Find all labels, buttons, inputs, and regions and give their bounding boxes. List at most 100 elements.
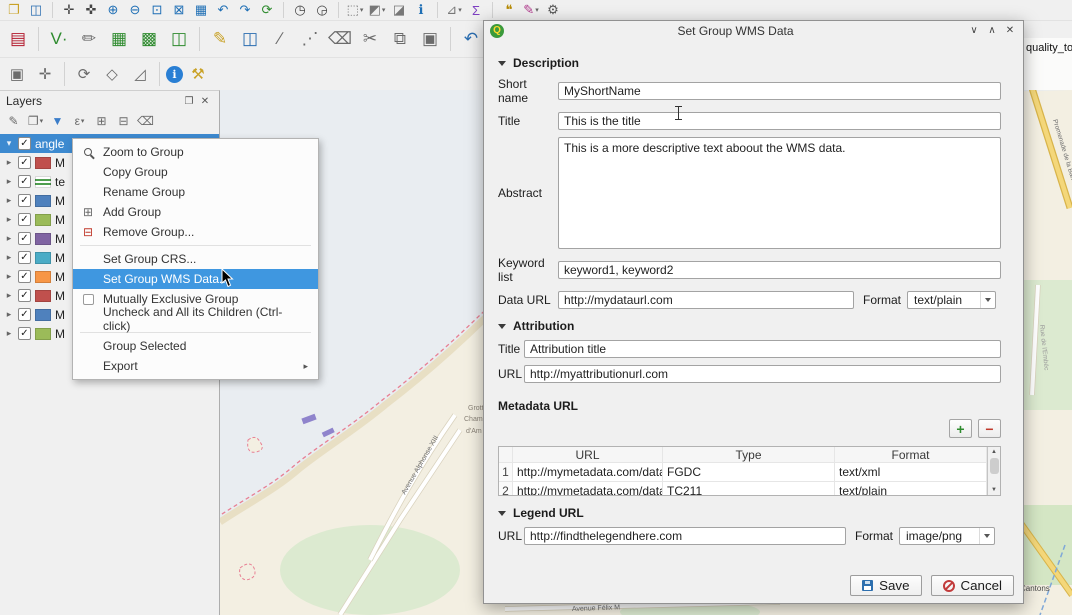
identify-icon[interactable]: ℹ	[411, 1, 431, 19]
zoom-out-icon[interactable]: ⊖	[125, 1, 145, 19]
close-dialog-icon[interactable]: ✕	[1003, 25, 1017, 36]
add-wms-layer-icon[interactable]: ◫	[165, 25, 193, 53]
undo-icon[interactable]: ↶	[457, 25, 485, 53]
chevron-right-icon[interactable]: ▸	[4, 157, 14, 168]
chevron-right-icon[interactable]: ▸	[4, 176, 14, 187]
new-virtual-layer-icon[interactable]: V·	[45, 25, 73, 53]
chevron-right-icon[interactable]: ▸	[4, 195, 14, 206]
zoom-to-selection-icon[interactable]: ⊠	[169, 1, 189, 19]
metadata-format-cell[interactable]: text/xml	[835, 463, 987, 482]
select-features-icon[interactable]: ⬚▾	[345, 1, 365, 19]
filter-legend-icon[interactable]: ▼	[48, 113, 67, 130]
paste-style-icon[interactable]: ▣	[4, 61, 30, 87]
attribution-title-input[interactable]	[524, 340, 1001, 358]
layer-checkbox[interactable]: ✓	[18, 327, 31, 340]
chevron-right-icon[interactable]: ▸	[4, 309, 14, 320]
add-mesh-layer-icon[interactable]: ▩	[135, 25, 163, 53]
metadata-url-cell[interactable]: http://mymetadata.com/data1	[513, 463, 663, 482]
temporal-controller-icon[interactable]: ◷	[290, 1, 310, 19]
paste-features-icon[interactable]: ▣	[416, 25, 444, 53]
save-project-icon[interactable]: ◫	[26, 1, 46, 19]
chevron-right-icon[interactable]: ▸	[4, 290, 14, 301]
zoom-in-icon[interactable]: ⊕	[103, 1, 123, 19]
data-format-select[interactable]: text/plain	[907, 291, 996, 309]
add-metadata-row-button[interactable]: +	[949, 419, 972, 438]
pan-map-icon[interactable]: ✛	[59, 1, 79, 19]
attribution-url-input[interactable]	[524, 365, 1001, 383]
layer-checkbox[interactable]: ✓	[18, 251, 31, 264]
abstract-textarea[interactable]: This is a more descriptive text aboout t…	[558, 137, 1001, 249]
scroll-up-icon[interactable]: ▲	[991, 447, 997, 457]
open-project-icon[interactable]: ❐	[4, 1, 24, 19]
menu-item-remove-group[interactable]: ⊟ Remove Group...	[73, 222, 318, 242]
data-source-manager-icon[interactable]: ▤	[4, 25, 32, 53]
add-feature-icon[interactable]: ∕	[266, 25, 294, 53]
menu-item-zoom-to-group[interactable]: Zoom to Group	[73, 142, 318, 162]
chevron-right-icon[interactable]: ▸	[4, 214, 14, 225]
keyword-list-input[interactable]	[558, 261, 1001, 279]
menu-item-copy-group[interactable]: Copy Group	[73, 162, 318, 182]
open-layer-styling-icon[interactable]: ✎	[4, 113, 23, 130]
pan-to-selection-icon[interactable]: ✜	[81, 1, 101, 19]
move-feature-icon[interactable]: ✛	[32, 61, 58, 87]
remove-metadata-row-button[interactable]: −	[978, 419, 1001, 438]
metadata-url-cell[interactable]: http://mymetadata.com/data2	[513, 482, 663, 496]
filter-by-expression-icon[interactable]: ε▾	[70, 113, 89, 130]
chevron-down-icon[interactable]: ▾	[4, 138, 14, 149]
layer-checkbox[interactable]: ✓	[18, 232, 31, 245]
menu-item-rename-group[interactable]: Rename Group	[73, 182, 318, 202]
zoom-full-icon[interactable]: ⊡	[147, 1, 167, 19]
legend-format-select[interactable]: image/png	[899, 527, 995, 545]
short-name-input[interactable]	[558, 82, 1001, 100]
table-scrollbar[interactable]: ▲ ▼	[987, 447, 1000, 495]
layer-checkbox[interactable]: ✓	[18, 175, 31, 188]
reshape-feature-icon[interactable]: ◿	[127, 61, 153, 87]
title-input[interactable]	[558, 112, 1001, 130]
legend-url-input[interactable]	[524, 527, 846, 545]
metadata-type-cell[interactable]: TC211	[663, 482, 835, 496]
description-section-header[interactable]: Description	[498, 56, 1001, 70]
zoom-to-layer-icon[interactable]: ▦	[191, 1, 211, 19]
layer-checkbox[interactable]: ✓	[18, 289, 31, 302]
measure-icon[interactable]: ⊿▾	[444, 1, 464, 19]
cancel-button[interactable]: Cancel	[931, 575, 1015, 596]
map-tips-icon[interactable]: ❝	[499, 1, 519, 19]
toggle-editing-icon[interactable]: ✎	[206, 25, 234, 53]
cut-features-icon[interactable]: ✂	[356, 25, 384, 53]
menu-item-add-group[interactable]: ⊞ Add Group	[73, 202, 318, 222]
chevron-right-icon[interactable]: ▸	[4, 271, 14, 282]
temporal-navigation-icon[interactable]: ◶	[312, 1, 332, 19]
scroll-down-icon[interactable]: ▼	[991, 485, 997, 495]
group-checkbox[interactable]: ✓	[18, 137, 31, 150]
metadata-type-cell[interactable]: FGDC	[663, 463, 835, 482]
chevron-right-icon[interactable]: ▸	[4, 252, 14, 263]
layer-checkbox[interactable]: ✓	[18, 270, 31, 283]
chevron-right-icon[interactable]: ▸	[4, 328, 14, 339]
shade-dialog-icon[interactable]: ∧	[985, 25, 999, 36]
select-by-expression-icon[interactable]: ◩▾	[367, 1, 387, 19]
rotate-feature-icon[interactable]: ⟳	[71, 61, 97, 87]
options-icon[interactable]: ⚙	[543, 1, 563, 19]
collapse-all-icon[interactable]: ⊟	[114, 113, 133, 130]
menu-item-set-group-wms-data[interactable]: Set Group WMS Data...	[73, 269, 318, 289]
menu-item-set-group-crs[interactable]: Set Group CRS...	[73, 249, 318, 269]
identify-features-icon[interactable]: ℹ	[166, 66, 183, 83]
dialog-titlebar[interactable]: Q Set Group WMS Data ∨ ∧ ✕	[484, 21, 1023, 40]
manage-map-themes-icon[interactable]: ❐▾	[26, 113, 45, 130]
statistics-icon[interactable]: Σ	[466, 1, 486, 19]
refresh-map-icon[interactable]: ⟳	[257, 1, 277, 19]
menu-item-group-selected[interactable]: Group Selected	[73, 336, 318, 356]
add-vector-layer-icon[interactable]: ✏	[75, 25, 103, 53]
layer-checkbox[interactable]: ✓	[18, 213, 31, 226]
layer-checkbox[interactable]: ✓	[18, 194, 31, 207]
zoom-last-icon[interactable]: ↶	[213, 1, 233, 19]
chevron-right-icon[interactable]: ▸	[4, 233, 14, 244]
expand-all-icon[interactable]: ⊞	[92, 113, 111, 130]
close-panel-icon[interactable]: ✕	[197, 94, 213, 108]
annotation-icon[interactable]: ✎▾	[521, 1, 541, 19]
layer-checkbox[interactable]: ✓	[18, 156, 31, 169]
copy-features-icon[interactable]: ⧉	[386, 25, 414, 53]
save-layer-edits-icon[interactable]: ◫	[236, 25, 264, 53]
delete-selected-icon[interactable]: ⌫	[326, 25, 354, 53]
metadata-format-cell[interactable]: text/plain	[835, 482, 987, 496]
